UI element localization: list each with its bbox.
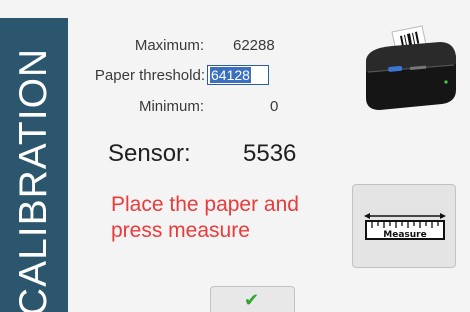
maximum-label: Maximum:: [134, 37, 204, 54]
calibration-title: CALIBRATION: [12, 47, 55, 312]
instruction-text: Place the paper and press measure: [111, 193, 299, 242]
minimum-value: 0: [270, 98, 279, 115]
measure-button[interactable]: Measure: [352, 184, 456, 268]
ok-button[interactable]: ✔: [210, 286, 295, 312]
sensor-value: 5536: [243, 140, 297, 167]
calibration-screen: CALIBRATION Maximum: 62288 Paper thresho…: [0, 0, 470, 312]
check-icon: ✔: [244, 290, 260, 310]
ruler-icon: Measure: [364, 213, 446, 240]
printer-icon: [366, 25, 456, 110]
measure-label: Measure: [383, 230, 426, 240]
printer-image: [352, 22, 460, 112]
minimum-label: Minimum:: [138, 98, 204, 115]
side-banner: CALIBRATION: [0, 18, 68, 312]
sensor-label: Sensor:: [108, 140, 191, 167]
paper-threshold-value[interactable]: 64128: [210, 67, 251, 83]
maximum-value: 62288: [233, 37, 275, 54]
paper-threshold-label: Paper threshold:: [94, 67, 205, 84]
paper-threshold-input[interactable]: 64128: [207, 65, 269, 85]
